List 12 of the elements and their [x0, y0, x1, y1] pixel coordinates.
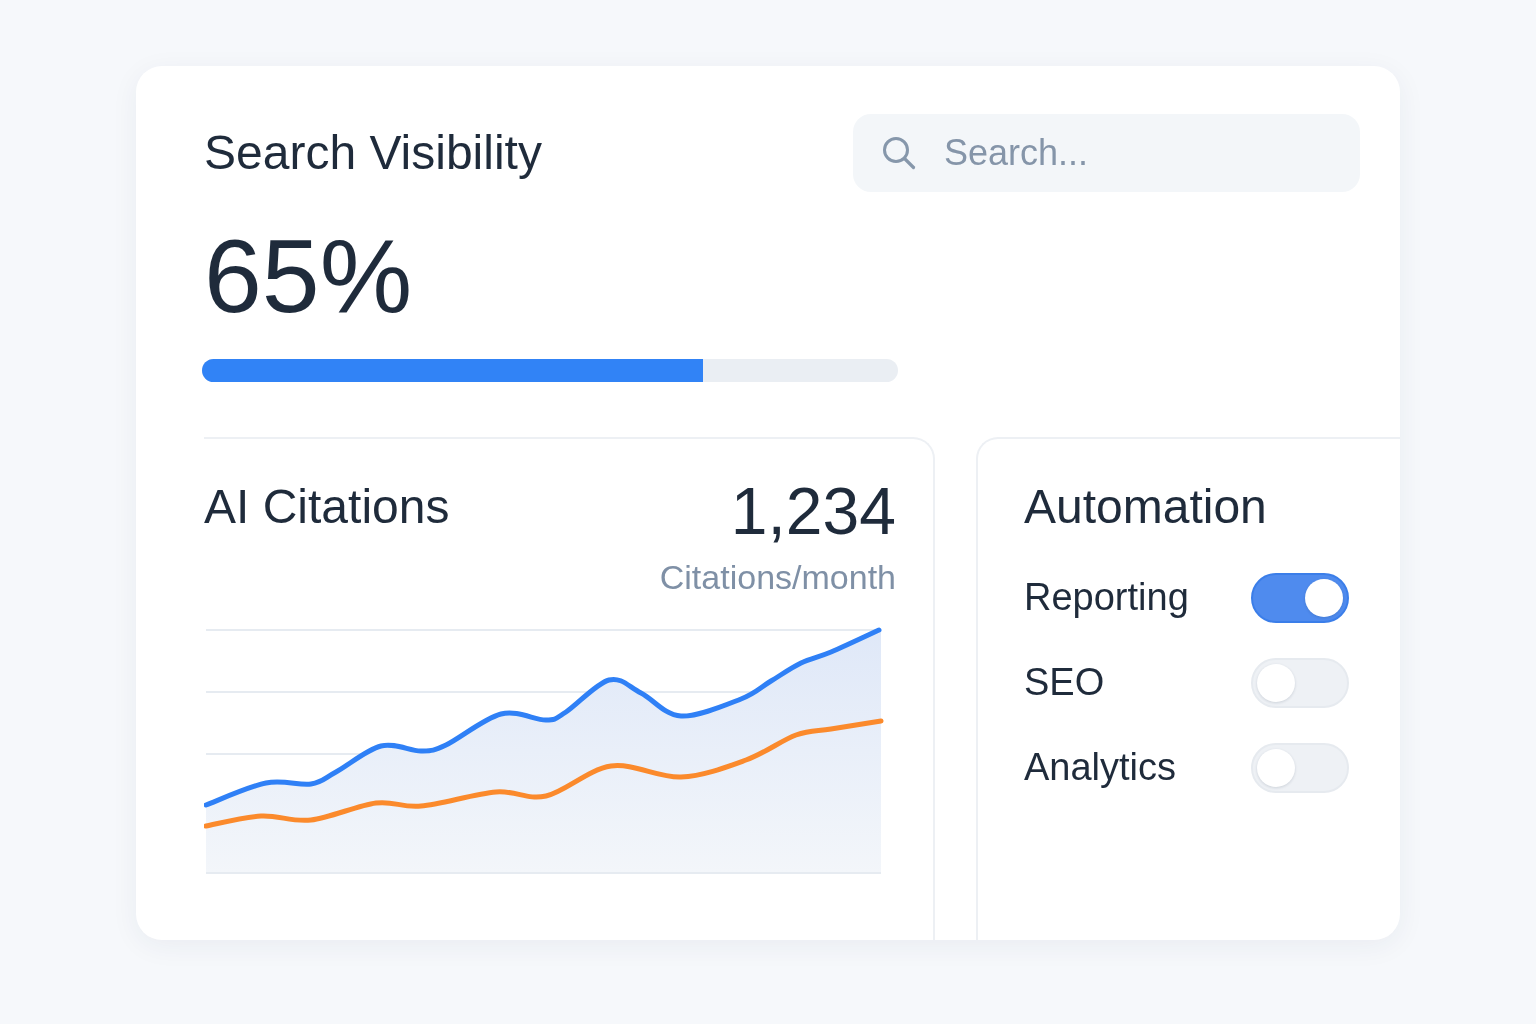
- count-unit: Citations/month: [659, 557, 896, 598]
- toggle-label: Reporting: [1024, 574, 1189, 620]
- citation-count: 1,234: [730, 473, 896, 550]
- toggle-label: SEO: [1024, 659, 1105, 705]
- panel-title: Automation: [1024, 479, 1267, 535]
- search-icon: [882, 136, 916, 170]
- toggle-label: Analytics: [1024, 744, 1177, 790]
- card-title: Search Visibility: [204, 125, 542, 182]
- search-field[interactable]: Search...: [853, 114, 1360, 192]
- panel-title: AI Citations: [204, 479, 450, 535]
- toggle-switch[interactable]: [1251, 572, 1349, 623]
- percentage-value: 65%: [204, 224, 413, 328]
